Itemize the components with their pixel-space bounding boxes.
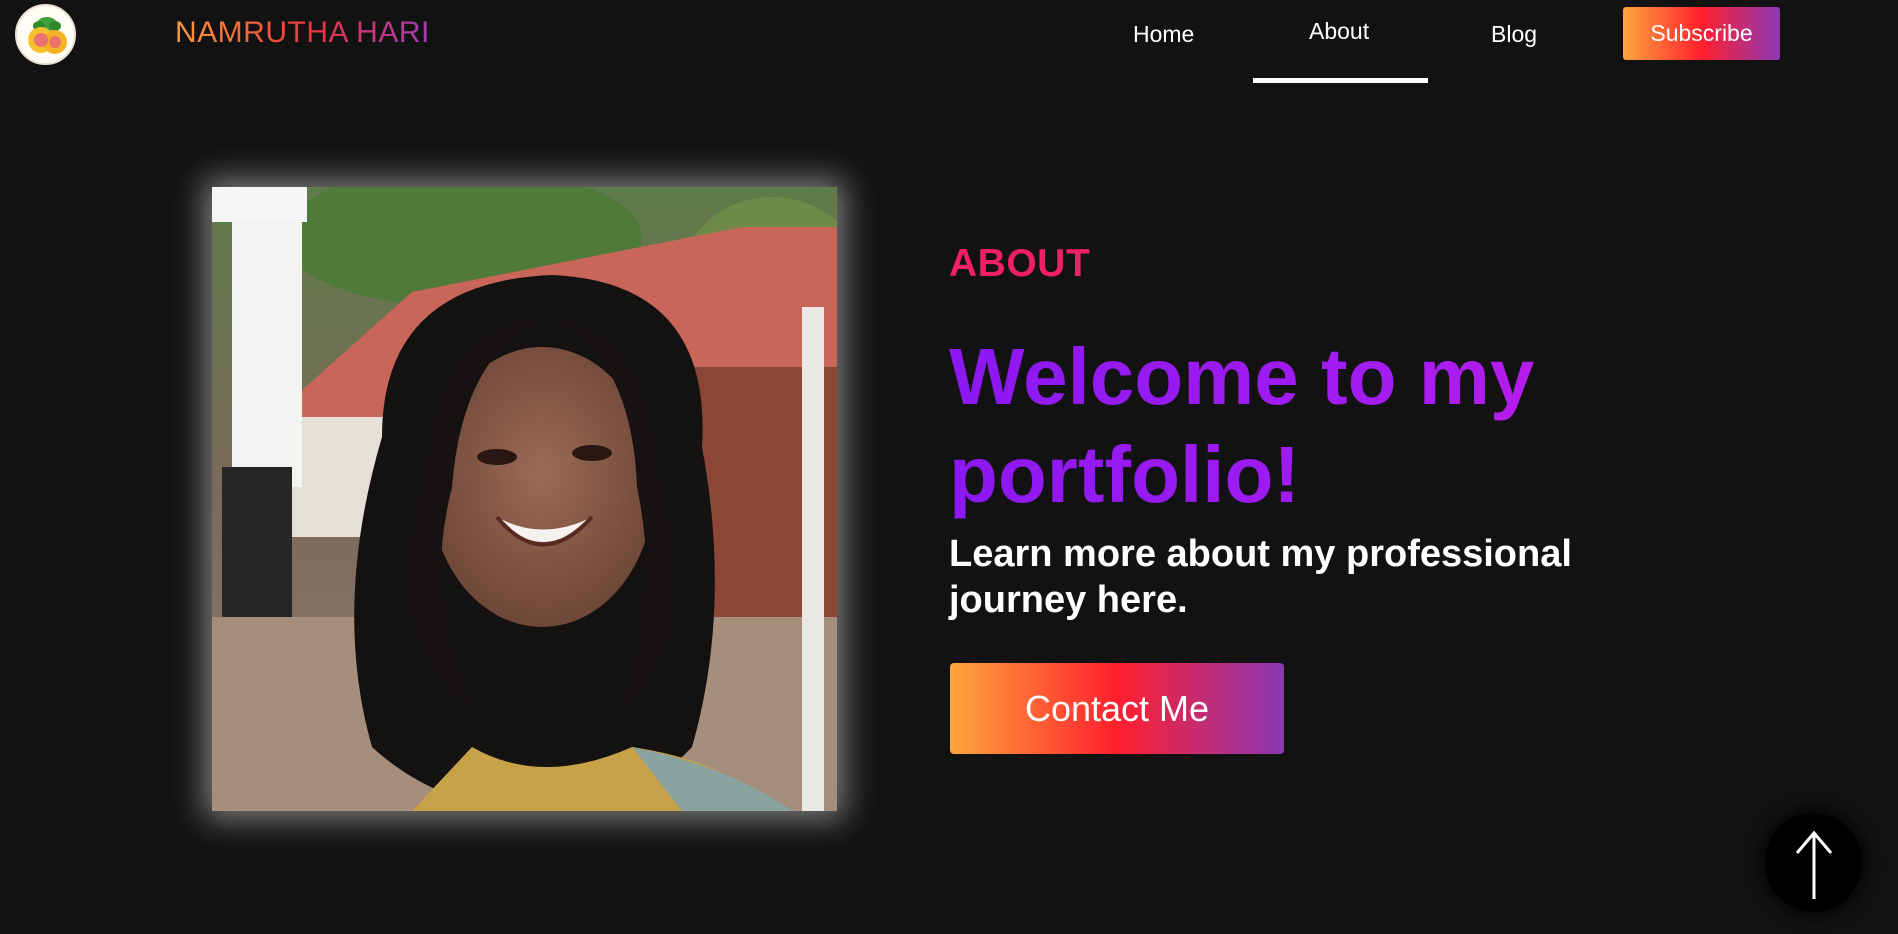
page: NAMRUTHA HARI Home About Blog Subscribe — [0, 0, 1898, 934]
arrow-up-icon — [1795, 830, 1833, 899]
back-to-top-button[interactable] — [1765, 813, 1862, 912]
active-nav-indicator — [1253, 78, 1428, 83]
section-kicker: ABOUT — [949, 242, 1091, 285]
nav-blog[interactable]: Blog — [1491, 21, 1537, 48]
portrait-photo — [212, 187, 837, 811]
contact-me-button[interactable]: Contact Me — [950, 663, 1284, 754]
page-title: Welcome to my portfolio! — [949, 328, 1649, 524]
nav-home[interactable]: Home — [1133, 21, 1194, 48]
nav-about[interactable]: About — [1309, 18, 1369, 45]
page-subtitle: Learn more about my professional journey… — [949, 533, 1572, 621]
subscribe-button[interactable]: Subscribe — [1623, 7, 1780, 60]
brand-name[interactable]: NAMRUTHA HARI — [175, 16, 430, 50]
fruit-logo-icon[interactable] — [15, 4, 76, 65]
